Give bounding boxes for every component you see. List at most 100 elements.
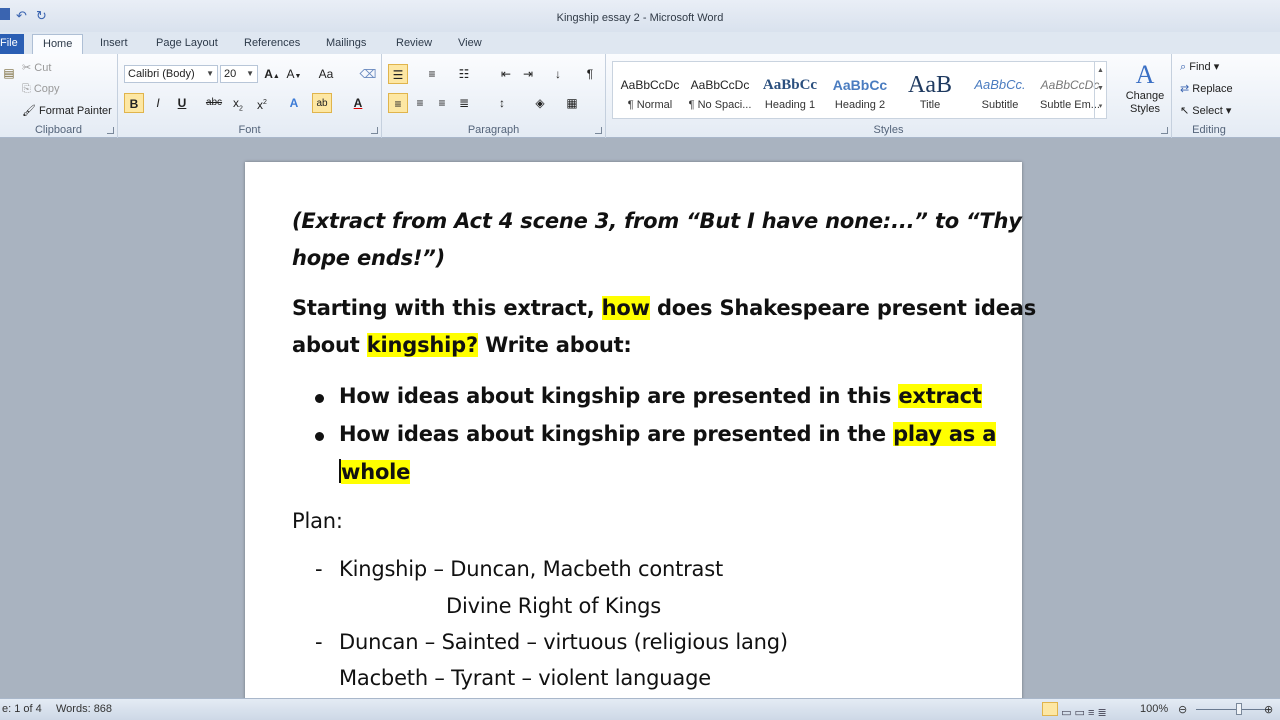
change-styles-button[interactable]: A Change Styles bbox=[1122, 60, 1168, 122]
style-preview: AaBbCcDc bbox=[620, 78, 680, 92]
superscript-button[interactable]: x2 bbox=[252, 93, 272, 113]
select-button[interactable]: ↖ Select ▾ bbox=[1180, 104, 1231, 117]
styles-dialog-launcher[interactable] bbox=[1161, 127, 1168, 134]
cut-button[interactable]: ✂ Cut bbox=[22, 61, 51, 74]
view-buttons: ▭ ▭ ≡ ≣ bbox=[1042, 702, 1107, 719]
style-preview: AaBbCc. bbox=[974, 77, 1026, 92]
paragraph-dialog-launcher[interactable] bbox=[595, 127, 602, 134]
cut-label: Cut bbox=[34, 62, 52, 74]
highlighted-text: whole bbox=[341, 460, 411, 484]
font-color-button[interactable]: A bbox=[348, 93, 368, 113]
style-preview: AaBbCc bbox=[762, 77, 818, 93]
tab-review[interactable]: Review bbox=[386, 34, 442, 54]
question-text: about bbox=[292, 333, 367, 357]
bullet-item-1: How ideas about kingship are presented i… bbox=[339, 384, 982, 408]
justify-button[interactable]: ≣ bbox=[454, 93, 474, 113]
plan-heading: Plan: bbox=[292, 509, 343, 533]
replace-label: Replace bbox=[1192, 83, 1233, 95]
font-dialog-launcher[interactable] bbox=[371, 127, 378, 134]
font-name-value: Calibri (Body) bbox=[128, 68, 195, 80]
chevron-down-icon: ▼ bbox=[246, 69, 254, 78]
word-count[interactable]: Words: 868 bbox=[56, 703, 112, 715]
style-subtitle[interactable]: AaBbCc. Subtitle bbox=[965, 71, 1035, 125]
text-effects-icon[interactable]: A bbox=[284, 93, 304, 113]
zoom-slider[interactable] bbox=[1196, 709, 1270, 710]
tab-home[interactable]: Home bbox=[32, 34, 84, 54]
tab-insert[interactable]: Insert bbox=[90, 34, 138, 54]
draft-icon[interactable]: ≣ bbox=[1097, 707, 1106, 719]
tab-page-layout[interactable]: Page Layout bbox=[146, 34, 228, 54]
web-layout-icon[interactable]: ▭ bbox=[1075, 707, 1085, 719]
highlighted-text: kingship? bbox=[366, 333, 478, 357]
bold-button[interactable]: B bbox=[124, 93, 144, 113]
question-text: does Shakespeare present ideas bbox=[649, 296, 1037, 320]
paste-icon[interactable]: ▤ bbox=[0, 64, 18, 82]
styles-group-label: Styles bbox=[873, 124, 904, 136]
decrease-indent-button[interactable]: ⇤ bbox=[496, 64, 516, 84]
replace-button[interactable]: ⇄ Replace bbox=[1180, 82, 1233, 95]
strikethrough-button[interactable]: abc bbox=[204, 93, 224, 113]
question-text: Write about: bbox=[477, 333, 632, 357]
clear-formatting-icon[interactable]: ⌫ bbox=[358, 64, 378, 84]
style-heading-1[interactable]: AaBbCc Heading 1 bbox=[755, 71, 825, 125]
tab-mailings[interactable]: Mailings bbox=[316, 34, 376, 54]
zoom-in-icon[interactable]: ⊕ bbox=[1264, 703, 1273, 716]
font-size-combo[interactable]: 20 ▼ bbox=[220, 65, 258, 83]
style-no-spacing[interactable]: AaBbCcDc ¶ No Spaci... bbox=[685, 71, 755, 125]
clipboard-dialog-launcher[interactable] bbox=[107, 127, 114, 134]
question-text: Starting with this extract, bbox=[292, 296, 602, 320]
highlighted-text: how bbox=[601, 296, 650, 320]
status-bar: e: 1 of 4 Words: 868 ▭ ▭ ≡ ≣ 100% ⊖ ⊕ bbox=[0, 698, 1280, 720]
page-count[interactable]: e: 1 of 4 bbox=[2, 703, 42, 715]
print-layout-icon[interactable] bbox=[1042, 702, 1058, 716]
shrink-font-icon[interactable]: A▼ bbox=[284, 64, 304, 84]
format-painter-button[interactable]: 🖌 Format Painter bbox=[22, 104, 112, 117]
numbering-button[interactable]: ≡ bbox=[422, 64, 442, 84]
replace-icon: ⇄ bbox=[1180, 83, 1190, 95]
question-line-1: Starting with this extract, how does Sha… bbox=[292, 296, 1036, 320]
style-name: Subtitle bbox=[981, 99, 1019, 111]
bullet-text: How ideas about kingship are presented i… bbox=[339, 422, 894, 446]
align-center-button[interactable]: ≡ bbox=[410, 93, 430, 113]
highlighted-text: extract bbox=[898, 384, 982, 408]
shading-button[interactable]: ◈ bbox=[530, 93, 550, 113]
outline-icon[interactable]: ≡ bbox=[1088, 707, 1094, 719]
style-heading-2[interactable]: AaBbCc Heading 2 bbox=[825, 71, 895, 125]
subscript-button[interactable]: x2 bbox=[228, 93, 248, 113]
underline-button[interactable]: U bbox=[172, 93, 192, 113]
change-case-icon[interactable]: Aa bbox=[316, 64, 336, 84]
zoom-slider-thumb[interactable] bbox=[1236, 703, 1242, 715]
bullets-button[interactable]: ☰ bbox=[388, 64, 408, 84]
format-painter-label: Format Painter bbox=[39, 105, 112, 117]
style-normal[interactable]: AaBbCcDc ¶ Normal bbox=[615, 71, 685, 125]
borders-button[interactable]: ▦ bbox=[562, 93, 582, 113]
bullet-item-2: How ideas about kingship are presented i… bbox=[339, 422, 996, 446]
tab-references[interactable]: References bbox=[234, 34, 310, 54]
tab-view[interactable]: View bbox=[448, 34, 492, 54]
highlight-color-button[interactable]: ab bbox=[312, 93, 332, 113]
style-title[interactable]: AaB Title bbox=[895, 71, 965, 125]
find-button[interactable]: ⌕ Find ▾ bbox=[1180, 60, 1219, 74]
style-name: ¶ No Spaci... bbox=[688, 99, 752, 111]
align-left-button[interactable]: ≡ bbox=[388, 93, 408, 113]
multilevel-list-button[interactable]: ☷ bbox=[454, 64, 474, 84]
zoom-level[interactable]: 100% bbox=[1140, 703, 1168, 715]
line-spacing-button[interactable]: ↕ bbox=[492, 93, 512, 113]
editing-group-label: Editing bbox=[1192, 124, 1226, 136]
grow-font-icon[interactable]: A▲ bbox=[262, 64, 282, 84]
show-formatting-button[interactable]: ¶ bbox=[580, 64, 600, 84]
tab-file[interactable]: File bbox=[0, 34, 24, 54]
document-page[interactable]: (Extract from Act 4 scene 3, from “But I… bbox=[245, 162, 1036, 702]
clipboard-group-label: Clipboard bbox=[34, 124, 83, 136]
zoom-out-icon[interactable]: ⊖ bbox=[1178, 703, 1187, 716]
font-name-combo[interactable]: Calibri (Body) ▼ bbox=[124, 65, 218, 83]
italic-button[interactable]: I bbox=[148, 93, 168, 113]
gallery-scroll[interactable]: ▲ ▼ ▾ bbox=[1094, 62, 1106, 118]
increase-indent-button[interactable]: ⇥ bbox=[518, 64, 538, 84]
align-right-button[interactable]: ≡ bbox=[432, 93, 452, 113]
editing-group: ⌕ Find ▾ ⇄ Replace ↖ Select ▾ Editing bbox=[1172, 54, 1246, 138]
styles-gallery: AaBbCcDc ¶ Normal AaBbCcDc ¶ No Spaci...… bbox=[612, 61, 1107, 119]
full-screen-reading-icon[interactable]: ▭ bbox=[1061, 707, 1071, 719]
sort-button[interactable]: ↓ bbox=[548, 64, 568, 84]
copy-button[interactable]: ⎘ Copy bbox=[22, 83, 60, 96]
